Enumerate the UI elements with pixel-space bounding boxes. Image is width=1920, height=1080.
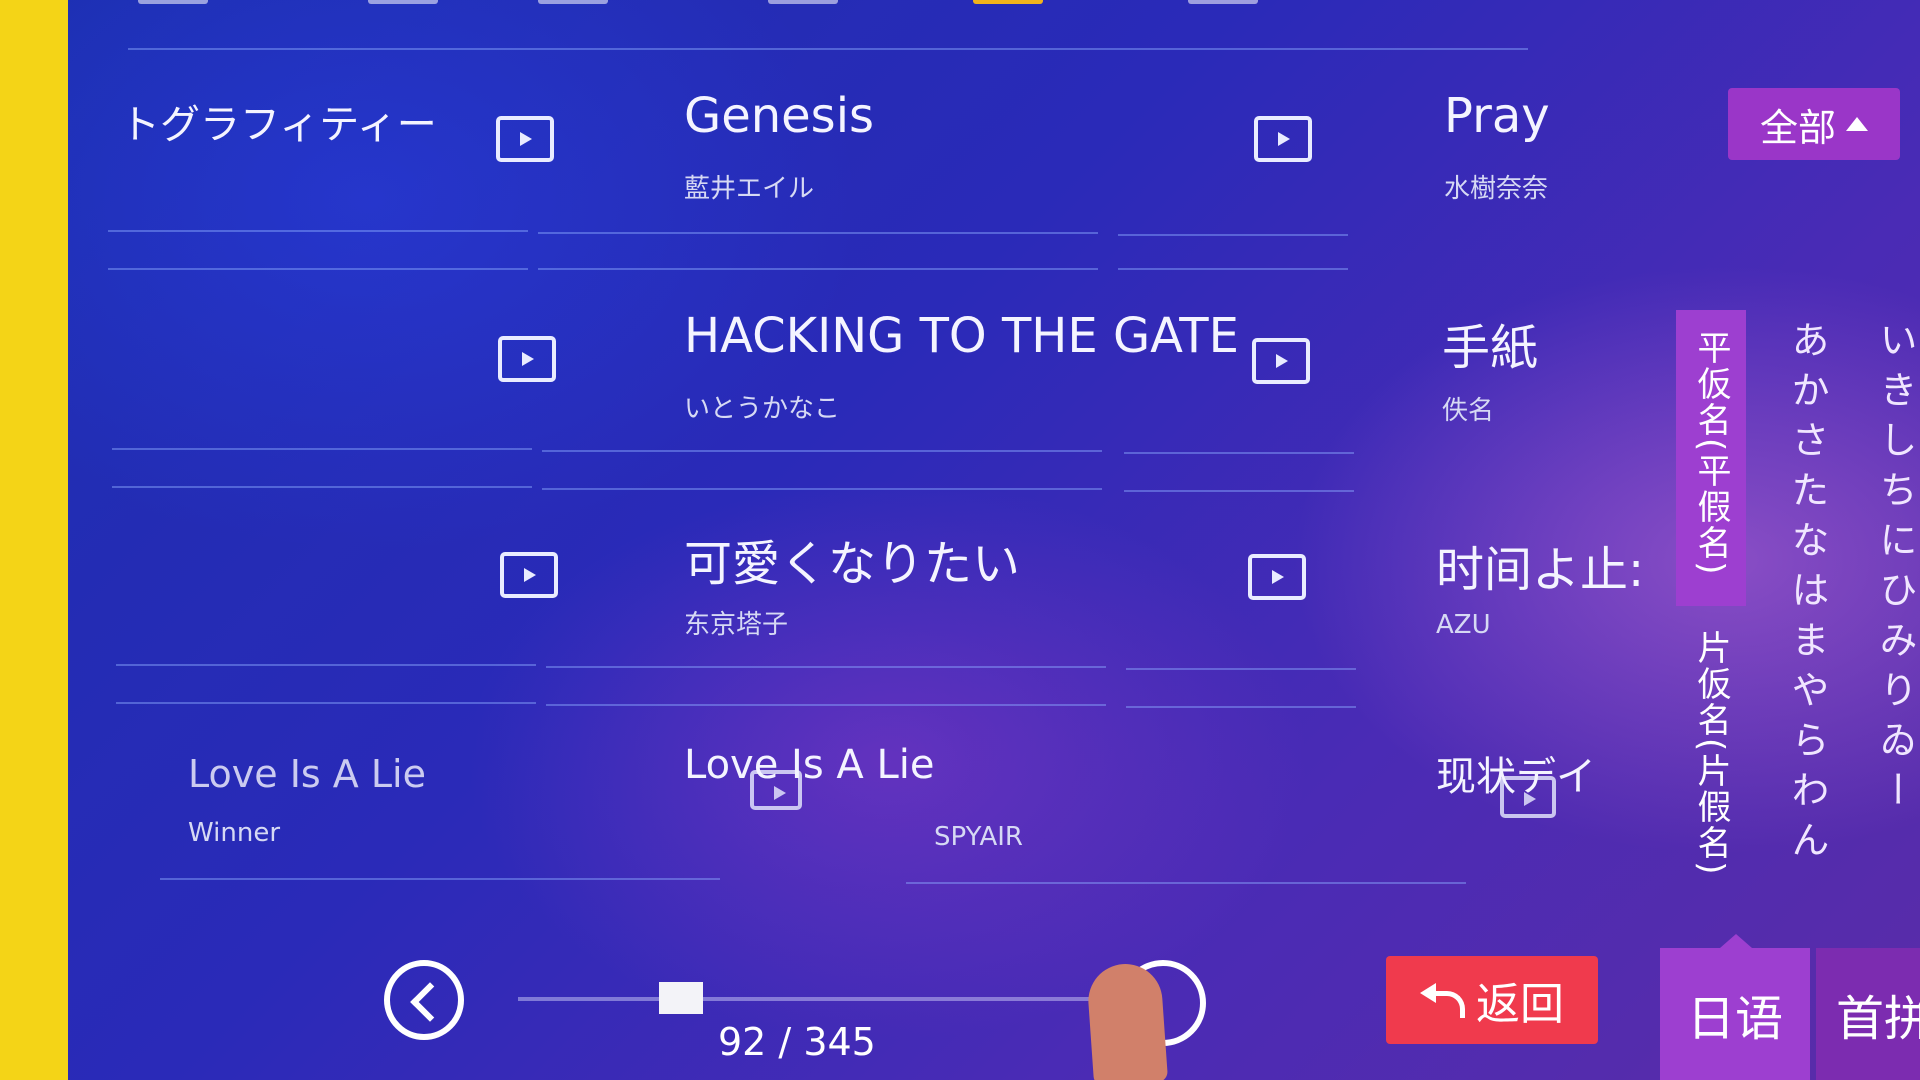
top-nav-item[interactable] [368, 0, 438, 4]
song-title: 可愛くなりたい [684, 536, 1021, 592]
song-artist: 藍井エイル [684, 174, 815, 204]
song-title: 手紙 [1442, 320, 1539, 376]
row-divider [108, 230, 528, 232]
play-video-icon[interactable] [496, 116, 554, 162]
row-divider [160, 878, 720, 880]
song-artist: 水樹奈奈 [1444, 174, 1549, 204]
first-letter-button[interactable]: 首拼 [1816, 948, 1920, 1080]
top-category-nav [68, 0, 1920, 10]
song-title: Love Is A Lie [188, 752, 426, 796]
song-title: Love Is A Lie [684, 742, 935, 788]
play-video-icon[interactable] [1254, 116, 1312, 162]
tab-hiragana-label: 平仮名(平假名) [1691, 330, 1731, 577]
caret-up-icon [1846, 117, 1868, 131]
row-divider [542, 488, 1102, 490]
row-divider [542, 450, 1102, 452]
row-divider [1118, 234, 1348, 236]
song-artist: 佚名 [1442, 396, 1495, 426]
row-divider [1126, 706, 1356, 708]
row-divider [1124, 452, 1354, 454]
page-counter: 92 / 345 [718, 1020, 876, 1064]
return-arrow-icon [1420, 983, 1465, 1018]
page-slider-track[interactable] [518, 997, 1128, 1001]
prev-page-button[interactable] [384, 960, 464, 1040]
row-divider [116, 664, 536, 666]
finger-occlusion [1085, 961, 1169, 1080]
song-title: HACKING TO THE GATE [684, 308, 1239, 364]
caret-up-icon [1720, 934, 1752, 948]
all-filter-button[interactable]: 全部 [1728, 88, 1900, 160]
row-divider [108, 268, 528, 270]
row-divider [546, 704, 1106, 706]
yellow-bezel [0, 0, 68, 1080]
row-divider [538, 268, 1098, 270]
play-video-icon[interactable] [500, 552, 558, 598]
tab-katakana-label: 片仮名(片假名) [1691, 630, 1731, 877]
tab-hiragana[interactable]: 平仮名(平假名) [1676, 310, 1746, 606]
song-artist: AZU [1436, 610, 1491, 640]
tab-katakana[interactable]: 片仮名(片假名) [1676, 610, 1746, 900]
song-title: トグラフィティー [120, 102, 437, 148]
first-letter-label: 首拼 [1836, 991, 1920, 1047]
song-title: 时间よ止: [1436, 542, 1645, 598]
return-button[interactable]: 返回 [1386, 956, 1598, 1044]
row-divider [546, 666, 1106, 668]
song-artist: Winner [188, 818, 281, 848]
kana-index-column[interactable]: いきしちにひみりゐー [1868, 320, 1920, 820]
language-label: 日语 [1686, 991, 1783, 1047]
song-artist: SPYAIR [934, 822, 1023, 852]
chevron-left-icon [410, 982, 450, 1022]
row-divider [128, 48, 1528, 50]
top-nav-item-active[interactable] [973, 0, 1043, 4]
kana-index-column[interactable]: あかさたなはまやらわん [1780, 320, 1835, 870]
song-title: 现状デイ [1436, 754, 1596, 800]
song-title: Genesis [684, 88, 875, 144]
row-divider [1126, 668, 1356, 670]
play-video-icon[interactable] [1248, 554, 1306, 600]
row-divider [906, 882, 1466, 884]
song-artist: 东京塔子 [684, 610, 789, 640]
karaoke-screen: トグラフィティー Genesis 藍井エイル Pray 水樹奈奈 HACKING… [68, 0, 1920, 1080]
top-nav-item[interactable] [1188, 0, 1258, 4]
language-button[interactable]: 日语 [1660, 948, 1810, 1080]
all-filter-label: 全部 [1759, 105, 1836, 150]
song-artist: いとうかなこ [684, 394, 841, 424]
row-divider [538, 232, 1098, 234]
row-divider [1124, 490, 1354, 492]
top-nav-item[interactable] [138, 0, 208, 4]
play-video-icon[interactable] [1252, 338, 1310, 384]
top-nav-item[interactable] [768, 0, 838, 4]
row-divider [116, 702, 536, 704]
song-title: Pray [1444, 88, 1550, 144]
page-slider-thumb[interactable] [658, 982, 703, 1014]
row-divider [112, 486, 532, 488]
return-label: 返回 [1476, 979, 1564, 1030]
row-divider [1118, 268, 1348, 270]
row-divider [112, 448, 532, 450]
top-nav-item[interactable] [538, 0, 608, 4]
play-video-icon[interactable] [498, 336, 556, 382]
